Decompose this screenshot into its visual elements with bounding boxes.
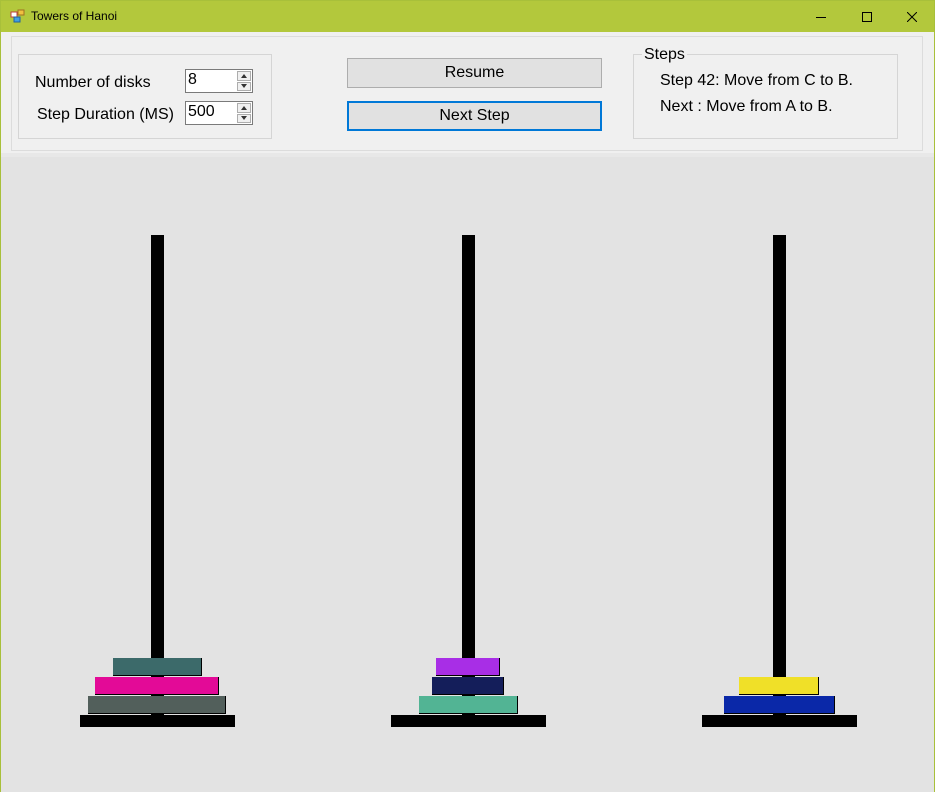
spin-up-icon <box>241 105 247 110</box>
spin-up-icon <box>241 73 247 78</box>
disk[interactable] <box>418 696 518 714</box>
disks-label: Number of disks <box>35 74 151 91</box>
steps-group: Steps Step 42: Move from C to B. Next : … <box>633 46 898 139</box>
disk[interactable] <box>88 696 226 714</box>
minimize-button[interactable] <box>798 1 844 32</box>
window-title: Towers of Hanoi <box>31 9 118 23</box>
client-area: Number of disks 8 Step Duration (MS) 500 <box>1 32 934 792</box>
duration-down-button[interactable] <box>237 113 251 123</box>
close-icon <box>907 11 917 22</box>
minimize-icon <box>816 16 826 18</box>
tower-base-b <box>390 715 546 727</box>
steps-legend: Steps <box>642 46 687 64</box>
disk[interactable] <box>723 696 835 714</box>
maximize-icon <box>862 11 872 22</box>
disks-value[interactable]: 8 <box>188 71 197 89</box>
app-window: Towers of Hanoi Number of disks 8 Step D… <box>0 0 935 792</box>
peg-b <box>461 235 475 715</box>
disk[interactable] <box>112 658 202 676</box>
disk[interactable] <box>95 677 219 695</box>
next-step-button[interactable]: Next Step <box>347 101 602 131</box>
tower-base-c <box>701 715 857 727</box>
disk[interactable] <box>432 677 504 695</box>
app-icon <box>10 9 26 23</box>
next-step-text: Next : Move from A to B. <box>660 98 833 115</box>
tower-base-a <box>79 715 235 727</box>
duration-value[interactable]: 500 <box>188 103 215 121</box>
spin-down-icon <box>241 84 247 89</box>
title-bar[interactable]: Towers of Hanoi <box>1 1 934 32</box>
current-step-text: Step 42: Move from C to B. <box>660 72 853 89</box>
disk[interactable] <box>739 677 819 695</box>
disk[interactable] <box>436 658 500 676</box>
settings-group: Number of disks 8 Step Duration (MS) 500 <box>18 54 272 139</box>
towers-board <box>1 157 934 792</box>
control-panel: Number of disks 8 Step Duration (MS) 500 <box>11 36 923 151</box>
duration-label: Step Duration (MS) <box>37 106 174 123</box>
duration-spinner[interactable]: 500 <box>185 101 253 125</box>
resume-button[interactable]: Resume <box>347 58 602 88</box>
spin-down-icon <box>241 116 247 121</box>
maximize-button[interactable] <box>844 1 890 32</box>
disks-spinner[interactable]: 8 <box>185 69 253 93</box>
disks-down-button[interactable] <box>237 81 251 91</box>
peg-c <box>772 235 786 715</box>
close-button[interactable] <box>889 1 935 32</box>
disks-up-button[interactable] <box>237 71 251 81</box>
duration-up-button[interactable] <box>237 103 251 113</box>
peg-a <box>150 235 164 715</box>
